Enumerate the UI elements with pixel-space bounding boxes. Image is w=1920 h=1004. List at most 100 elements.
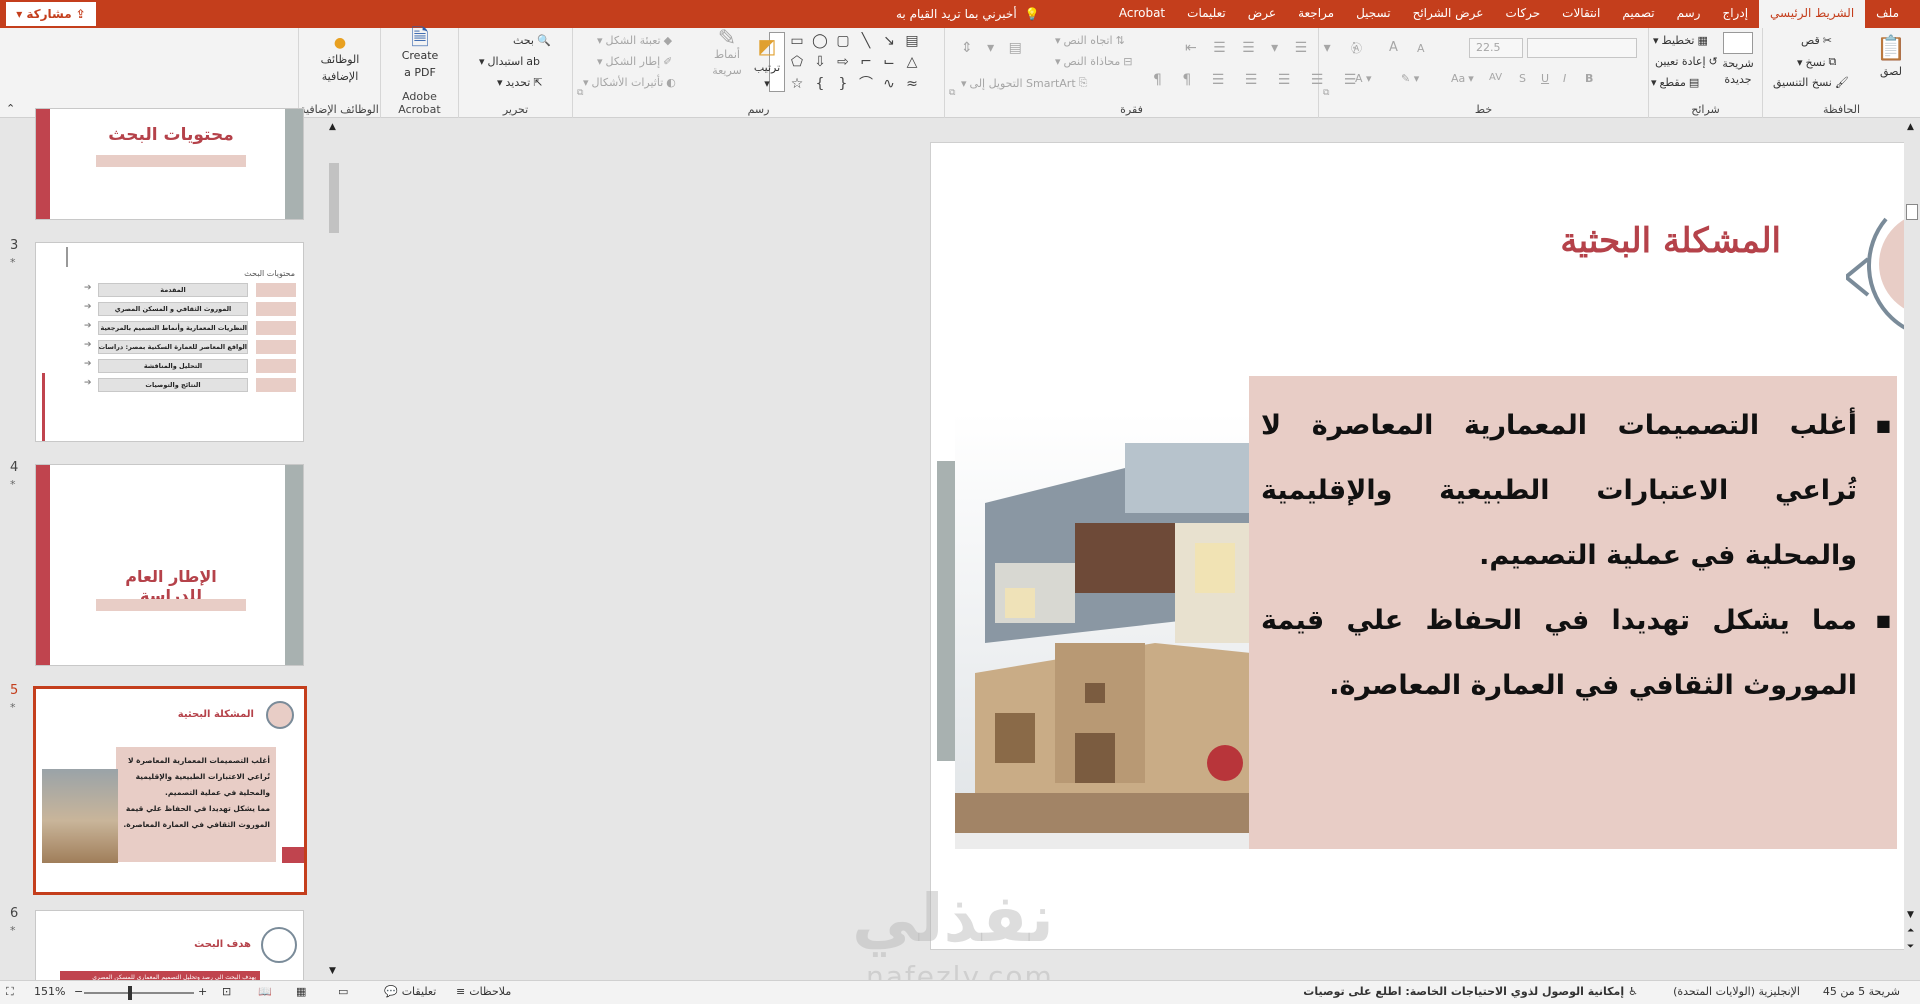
slide-title[interactable]: المشكلة البحثية <box>1560 221 1781 261</box>
shapes-gallery[interactable]: ▭ ◯ ▢ ╲ ↘ ▤ ⬠ ⇩ ⇨ ⌐ ⌙ △ ☆ {} ⌒ ∿ ≈ <box>787 32 927 94</box>
ribbon-tab[interactable]: مراجعة <box>1287 0 1345 28</box>
char-spacing-button[interactable]: AV <box>1489 72 1502 83</box>
shrink-font-button[interactable]: A <box>1417 42 1425 55</box>
bullet-item[interactable]: أغلب التصميمات المعمارية المعاصرة لا تُر… <box>1261 393 1891 588</box>
grow-font-button[interactable]: A <box>1389 40 1398 55</box>
tell-me-search[interactable]: أخبرني بما تريد القيام به 💡 <box>896 0 1040 28</box>
ribbon-tab[interactable]: عرض <box>1237 0 1287 28</box>
copy-button[interactable]: ▾ نسخ ⧉ <box>1797 55 1836 69</box>
zoom-slider-thumb[interactable] <box>128 986 132 1000</box>
replace-button[interactable]: ▾ استبدال ab <box>479 55 540 68</box>
italic-button[interactable]: I <box>1563 72 1566 85</box>
thumb-title: محتويات البحث <box>108 125 234 145</box>
scroll-down-icon[interactable]: ▼ <box>329 966 336 976</box>
section-button[interactable]: ▾ مقطع ▤ <box>1651 76 1699 89</box>
slide-canvas[interactable]: ? المشكلة البحثية <box>930 142 1920 950</box>
shape-outline-button[interactable]: ▾ إطار الشكل ✐ <box>597 55 672 68</box>
slide-thumbnail-4[interactable]: الإطار العام للدراسة <box>35 464 304 666</box>
alignment-buttons[interactable]: ¶ ¶ ☰ ☰ ☰ ☰ ☰ <box>1153 72 1364 88</box>
ribbon-tab[interactable]: تعليمات <box>1176 0 1237 28</box>
next-slide-icon[interactable]: ⏷ <box>1907 942 1914 952</box>
align-text-button[interactable]: ▾ محاذاة النص ⊟ <box>1055 55 1133 68</box>
slide-thumbnail-2[interactable]: محتويات البحث <box>35 108 304 220</box>
previous-slide-icon[interactable]: ⏶ <box>1907 926 1914 936</box>
slide-thumbnail-3[interactable]: محتويات البحث المقدمة ➔ الموروث الثقافي و … <box>35 242 304 442</box>
thumb-row: النظريات المعمارية وأنماط التصميم بالمرج… <box>98 321 248 335</box>
share-button[interactable]: ▾ مشاركة ⇪ <box>6 2 96 26</box>
shrink-font-label: A <box>1417 42 1425 55</box>
list-buttons[interactable]: ⇤ ☰ ☰ ▾ ☰ ▾ ⋮ <box>1185 40 1367 56</box>
language-indicator[interactable]: الإنجليزية (الولايات المتحدة) <box>1673 985 1800 998</box>
shape-fill-button[interactable]: ▾ تعبئة الشكل ◆ <box>597 34 672 47</box>
ribbon-tab[interactable]: حركات <box>1494 0 1551 28</box>
replace-label: استبدال <box>487 55 524 68</box>
bold-button[interactable]: B <box>1585 72 1593 85</box>
fit-to-window-icon[interactable]: ⛶ <box>6 985 14 999</box>
reading-view-icon[interactable]: 📖 <box>258 985 272 998</box>
ribbon-tab[interactable]: Acrobat <box>1108 0 1176 28</box>
find-button[interactable]: بحث 🔍 <box>513 34 551 47</box>
ribbon-tab[interactable]: عرض الشرائح <box>1402 0 1495 28</box>
ribbon-tab[interactable]: إدراج <box>1711 0 1759 28</box>
create-pdf-button[interactable]: 🗎 Create a PDF <box>399 28 441 80</box>
font-group-label: خط <box>1474 103 1493 116</box>
comments-button[interactable]: 💬 تعليقات <box>384 985 436 998</box>
text-direction-button[interactable]: ▾ اتجاه النص ⇅ <box>1055 34 1125 47</box>
accessibility-checker[interactable]: إمكانية الوصول لذوي الاحتياجات الخاصة: ا… <box>1303 985 1638 998</box>
thumb-gray-bar <box>285 109 303 219</box>
new-slide-button[interactable]: شريحة جديدة <box>1717 32 1759 86</box>
arrange-button[interactable]: ◩ ترتيب ▾ <box>749 34 785 90</box>
thumbnails-scrollbar[interactable]: ▲ ▼ <box>326 118 342 980</box>
highlight-button[interactable]: ✎ ▾ <box>1401 72 1419 85</box>
underline-button[interactable]: U <box>1541 72 1549 85</box>
slide-scrollbar[interactable]: ▲ ▼ ⏶ ⏷ <box>1904 118 1920 980</box>
ribbon-tab[interactable]: تسجيل <box>1345 0 1402 28</box>
zoom-out-icon[interactable]: − <box>74 985 83 998</box>
scroll-down-icon[interactable]: ▼ <box>1907 910 1914 920</box>
slide-thumbnail-5[interactable]: المشكلة البحثية أغلب التصميمات المعمارية… <box>33 686 307 895</box>
font-size-box[interactable]: 22.5 <box>1469 38 1523 58</box>
bullet-list[interactable]: أغلب التصميمات المعمارية المعاصرة لا تُر… <box>1261 393 1891 718</box>
ribbon-tab[interactable]: رسم <box>1666 0 1712 28</box>
slideshow-icon[interactable]: ⊡ <box>222 985 231 998</box>
addins-button[interactable]: ● الوظائف الإضافية <box>317 36 363 84</box>
freeform-icon: ≈ <box>906 75 918 92</box>
shape-effects-button[interactable]: ▾ تأثيرات الأشكال ◐ <box>583 76 676 89</box>
zoom-in-icon[interactable]: + <box>198 985 207 998</box>
quick-styles-button[interactable]: ✎ أنماط سريعة <box>707 28 747 78</box>
new-slide-icon <box>1723 32 1753 54</box>
cut-button[interactable]: قص ✂ <box>1801 34 1832 47</box>
format-painter-button[interactable]: نسخ التنسيق 🖌 <box>1773 76 1849 89</box>
slide-sorter-icon[interactable]: ▦ <box>296 985 306 998</box>
slide-number-4: 4 <box>10 460 19 475</box>
scrollbar-thumb[interactable] <box>1906 204 1918 220</box>
slide-thumbnail-6[interactable]: هدف البحث يهدف البحث الى رصد وتحليل التص… <box>35 910 304 990</box>
ribbon-tab[interactable]: تصميم <box>1611 0 1665 28</box>
paragraph-dialog-launcher-icon[interactable]: ⧉ <box>949 88 955 98</box>
layout-button[interactable]: ▾ تخطيط ▦ <box>1653 34 1708 47</box>
reset-button[interactable]: إعادة تعيين ↺ <box>1655 55 1718 68</box>
change-case-button[interactable]: Aa ▾ <box>1451 72 1474 85</box>
scroll-up-icon[interactable]: ▲ <box>1907 122 1914 132</box>
shadow-button[interactable]: S <box>1519 72 1526 85</box>
bullet-item[interactable]: مما يشكل تهديدا في الحفاظ علي قيمة المور… <box>1261 588 1891 718</box>
zoom-level[interactable]: 151% <box>34 985 65 998</box>
scroll-up-icon[interactable]: ▲ <box>329 122 336 132</box>
spacing-buttons[interactable]: ⇕ ▾ ▤ <box>961 40 1027 56</box>
normal-view-icon[interactable]: ▭ <box>338 985 348 998</box>
layout-label: تخطيط <box>1661 34 1695 47</box>
zoom-slider[interactable] <box>84 992 194 994</box>
collapse-ribbon-icon[interactable]: ⌃ <box>6 102 15 115</box>
font-dialog-launcher-icon[interactable]: ⧉ <box>1323 88 1329 98</box>
layout-icon: ▦ <box>1697 34 1708 47</box>
paste-button[interactable]: 📋 لصق <box>1871 34 1911 78</box>
scrollbar-thumb[interactable] <box>329 163 339 233</box>
ribbon-tab[interactable]: انتقالات <box>1551 0 1611 28</box>
ribbon-tab[interactable]: الشريط الرئيسي <box>1759 0 1866 28</box>
notes-button[interactable]: ≡ ملاحظات <box>456 985 511 998</box>
ribbon-tab[interactable]: ملف <box>1865 0 1910 28</box>
font-name-box[interactable] <box>1527 38 1637 58</box>
drawing-dialog-launcher-icon[interactable]: ⧉ <box>577 88 583 98</box>
select-button[interactable]: ▾ تحديد ⇱ <box>497 76 543 89</box>
smartart-button[interactable]: ▾ التحويل إلى SmartArt ⎘ <box>961 76 1087 90</box>
